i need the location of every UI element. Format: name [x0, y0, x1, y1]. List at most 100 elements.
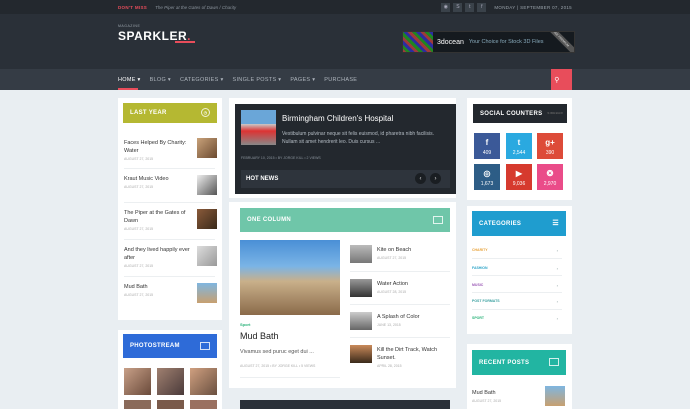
item-title[interactable]: Faces Helped By Charity: Water — [124, 139, 192, 155]
facebook-counter[interactable]: f 409 — [474, 133, 500, 159]
photostream-thumbnail[interactable] — [157, 400, 184, 409]
recent-post[interactable]: Mud Bath AUGUST 27, 2015 — [472, 389, 532, 403]
featured-title[interactable]: Birmingham Children's Hospital — [282, 114, 393, 123]
featured-thumbnail[interactable] — [241, 110, 276, 145]
recent-posts-title: RECENT POSTS — [479, 359, 530, 366]
photostream-thumbnail[interactable] — [124, 400, 151, 409]
featured-meta: FEBRUARY 10, 2015 • BY JORGE KILL • 2 VI… — [241, 156, 321, 160]
twitter-counter[interactable]: t 2,544 — [506, 133, 532, 159]
news-ticker[interactable]: The Piper at the Gates of Dawn / Charity — [155, 5, 236, 10]
photostream-thumbnail[interactable] — [190, 368, 217, 395]
instagram-counter[interactable]: ◎ 1,673 — [474, 164, 500, 190]
photostream-thumbnail[interactable] — [157, 368, 184, 395]
category-fashion[interactable]: FASHION › — [472, 266, 562, 271]
category-label: FASHION — [472, 266, 488, 270]
side-post[interactable]: A Splash of Color JUNE 13, 2015 — [377, 313, 449, 327]
nav-categories[interactable]: CATEGORIES ▾ — [180, 77, 224, 83]
divider — [350, 337, 450, 338]
nav-purchase[interactable]: PURCHASE — [324, 77, 357, 83]
photostream-thumbnail[interactable] — [124, 368, 151, 395]
item-thumbnail[interactable] — [197, 209, 217, 229]
youtube-counter[interactable]: ▶ 9,036 — [506, 164, 532, 190]
side-post-thumbnail[interactable] — [350, 345, 372, 363]
chevron-left-icon: ‹ — [419, 175, 422, 182]
side-post-date: AUGUST 27, 2015 — [377, 256, 407, 260]
site-header — [0, 14, 690, 69]
ad-tagline: Your Choice for Stock 3D Files — [468, 39, 544, 45]
twitter-count: 2,544 — [512, 150, 526, 156]
divider — [124, 276, 215, 277]
dont-miss-label: DON'T MISS — [118, 4, 148, 10]
youtube-icon: ▶ — [515, 169, 523, 178]
next-arrow-button[interactable]: › — [430, 173, 441, 184]
side-post-thumbnail[interactable] — [350, 245, 372, 263]
photostream-thumbnail[interactable] — [190, 400, 217, 409]
side-post[interactable]: Water Action AUGUST 28, 2015 — [377, 280, 449, 294]
social-counters-header: SOCIAL COUNTERS SIDEBAR — [473, 104, 567, 123]
search-button[interactable]: ⚲ — [551, 69, 572, 90]
recent-post-date: AUGUST 27, 2015 — [472, 399, 502, 403]
facebook-icon[interactable]: f — [477, 2, 487, 12]
post-title[interactable]: Mud Bath — [240, 331, 279, 341]
category-music[interactable]: MUSIC › — [472, 283, 562, 288]
twitter-icon[interactable]: t — [465, 2, 475, 12]
item-thumbnail[interactable] — [197, 283, 217, 303]
current-date: MONDAY | SEPTEMBER 07, 2015 — [494, 4, 572, 10]
category-label: SPORT — [472, 316, 485, 320]
google-plus-counter[interactable]: g+ 390 — [537, 133, 563, 159]
post-excerpt: Vivamus sed puruc eget dui ... — [240, 349, 314, 355]
side-post-title[interactable]: A Splash of Color — [377, 313, 449, 321]
divider — [350, 304, 450, 305]
item-thumbnail[interactable] — [197, 246, 217, 266]
side-post[interactable]: Kite on Beach AUGUST 27, 2015 — [377, 246, 449, 260]
category-post-formats[interactable]: POST FORMATS › — [472, 299, 562, 304]
instagram-icon: ◎ — [483, 169, 491, 178]
logo-tagline: MAGAZINE — [118, 24, 141, 28]
item-thumbnail[interactable] — [197, 175, 217, 195]
side-post[interactable]: Kill the Dirt Track, Watch Sunset. APRIL … — [377, 346, 449, 368]
nav-pages[interactable]: PAGES ▾ — [290, 77, 315, 83]
nav-home[interactable]: HOME ▾ — [118, 77, 141, 83]
dribbble-count: 2,970 — [543, 181, 557, 187]
item-title[interactable]: The Piper at the Gates of Dawn — [124, 209, 192, 225]
main-nav: HOME ▾ BLOG ▾ CATEGORIES ▾ SINGLE POSTS … — [0, 69, 690, 90]
recent-post-title[interactable]: Mud Bath — [472, 389, 532, 397]
post-category[interactable]: Sport — [240, 322, 250, 327]
ad-corner-ribbon: FREE PREMIUM — [544, 32, 574, 52]
logo-accent-bar — [175, 41, 195, 43]
side-post-date: JUNE 13, 2015 — [377, 323, 401, 327]
google-plus-icon: g+ — [545, 138, 555, 147]
categories-header: CATEGORIES ☰ — [472, 211, 566, 236]
rss-icon[interactable]: ◉ — [441, 2, 451, 12]
chevron-right-icon: › — [434, 175, 437, 182]
social-counters-tag: SIDEBAR — [547, 111, 563, 115]
side-post-thumbnail[interactable] — [350, 312, 372, 330]
photostream-title: PHOTOSTREAM — [130, 343, 180, 349]
dribbble-icon: ❂ — [546, 169, 554, 178]
side-post-thumbnail[interactable] — [350, 279, 372, 297]
item-thumbnail[interactable] — [197, 138, 217, 158]
side-post-title[interactable]: Kite on Beach — [377, 246, 449, 254]
side-post-title[interactable]: Water Action — [377, 280, 449, 288]
nav-blog[interactable]: BLOG ▾ — [150, 77, 171, 83]
side-post-title[interactable]: Kill the Dirt Track, Watch Sunset. — [377, 346, 449, 362]
facebook-count: 409 — [482, 150, 492, 156]
header-ad-banner[interactable]: 3docean Your Choice for Stock 3D Files F… — [402, 31, 575, 53]
category-label: POST FORMATS — [472, 299, 500, 303]
next-section-header — [240, 400, 450, 409]
recent-post-thumbnail[interactable] — [545, 386, 565, 406]
youtube-count: 9,036 — [512, 181, 526, 187]
dribbble-counter[interactable]: ❂ 2,970 — [537, 164, 563, 190]
category-charity[interactable]: CHARITY › — [472, 248, 562, 253]
nav-single-posts[interactable]: SINGLE POSTS ▾ — [233, 77, 282, 83]
prev-arrow-button[interactable]: ‹ — [415, 173, 426, 184]
image-icon — [549, 358, 559, 366]
mud-bath-image[interactable] — [240, 240, 340, 315]
item-title[interactable]: And they lived happily ever after — [124, 246, 192, 262]
image-icon — [433, 216, 443, 224]
flickr-icon — [200, 342, 210, 350]
category-sport[interactable]: SPORT › — [472, 316, 562, 321]
skype-icon[interactable]: S — [453, 2, 463, 12]
social-counters-title: SOCIAL COUNTERS — [480, 110, 543, 117]
divider — [124, 202, 215, 203]
